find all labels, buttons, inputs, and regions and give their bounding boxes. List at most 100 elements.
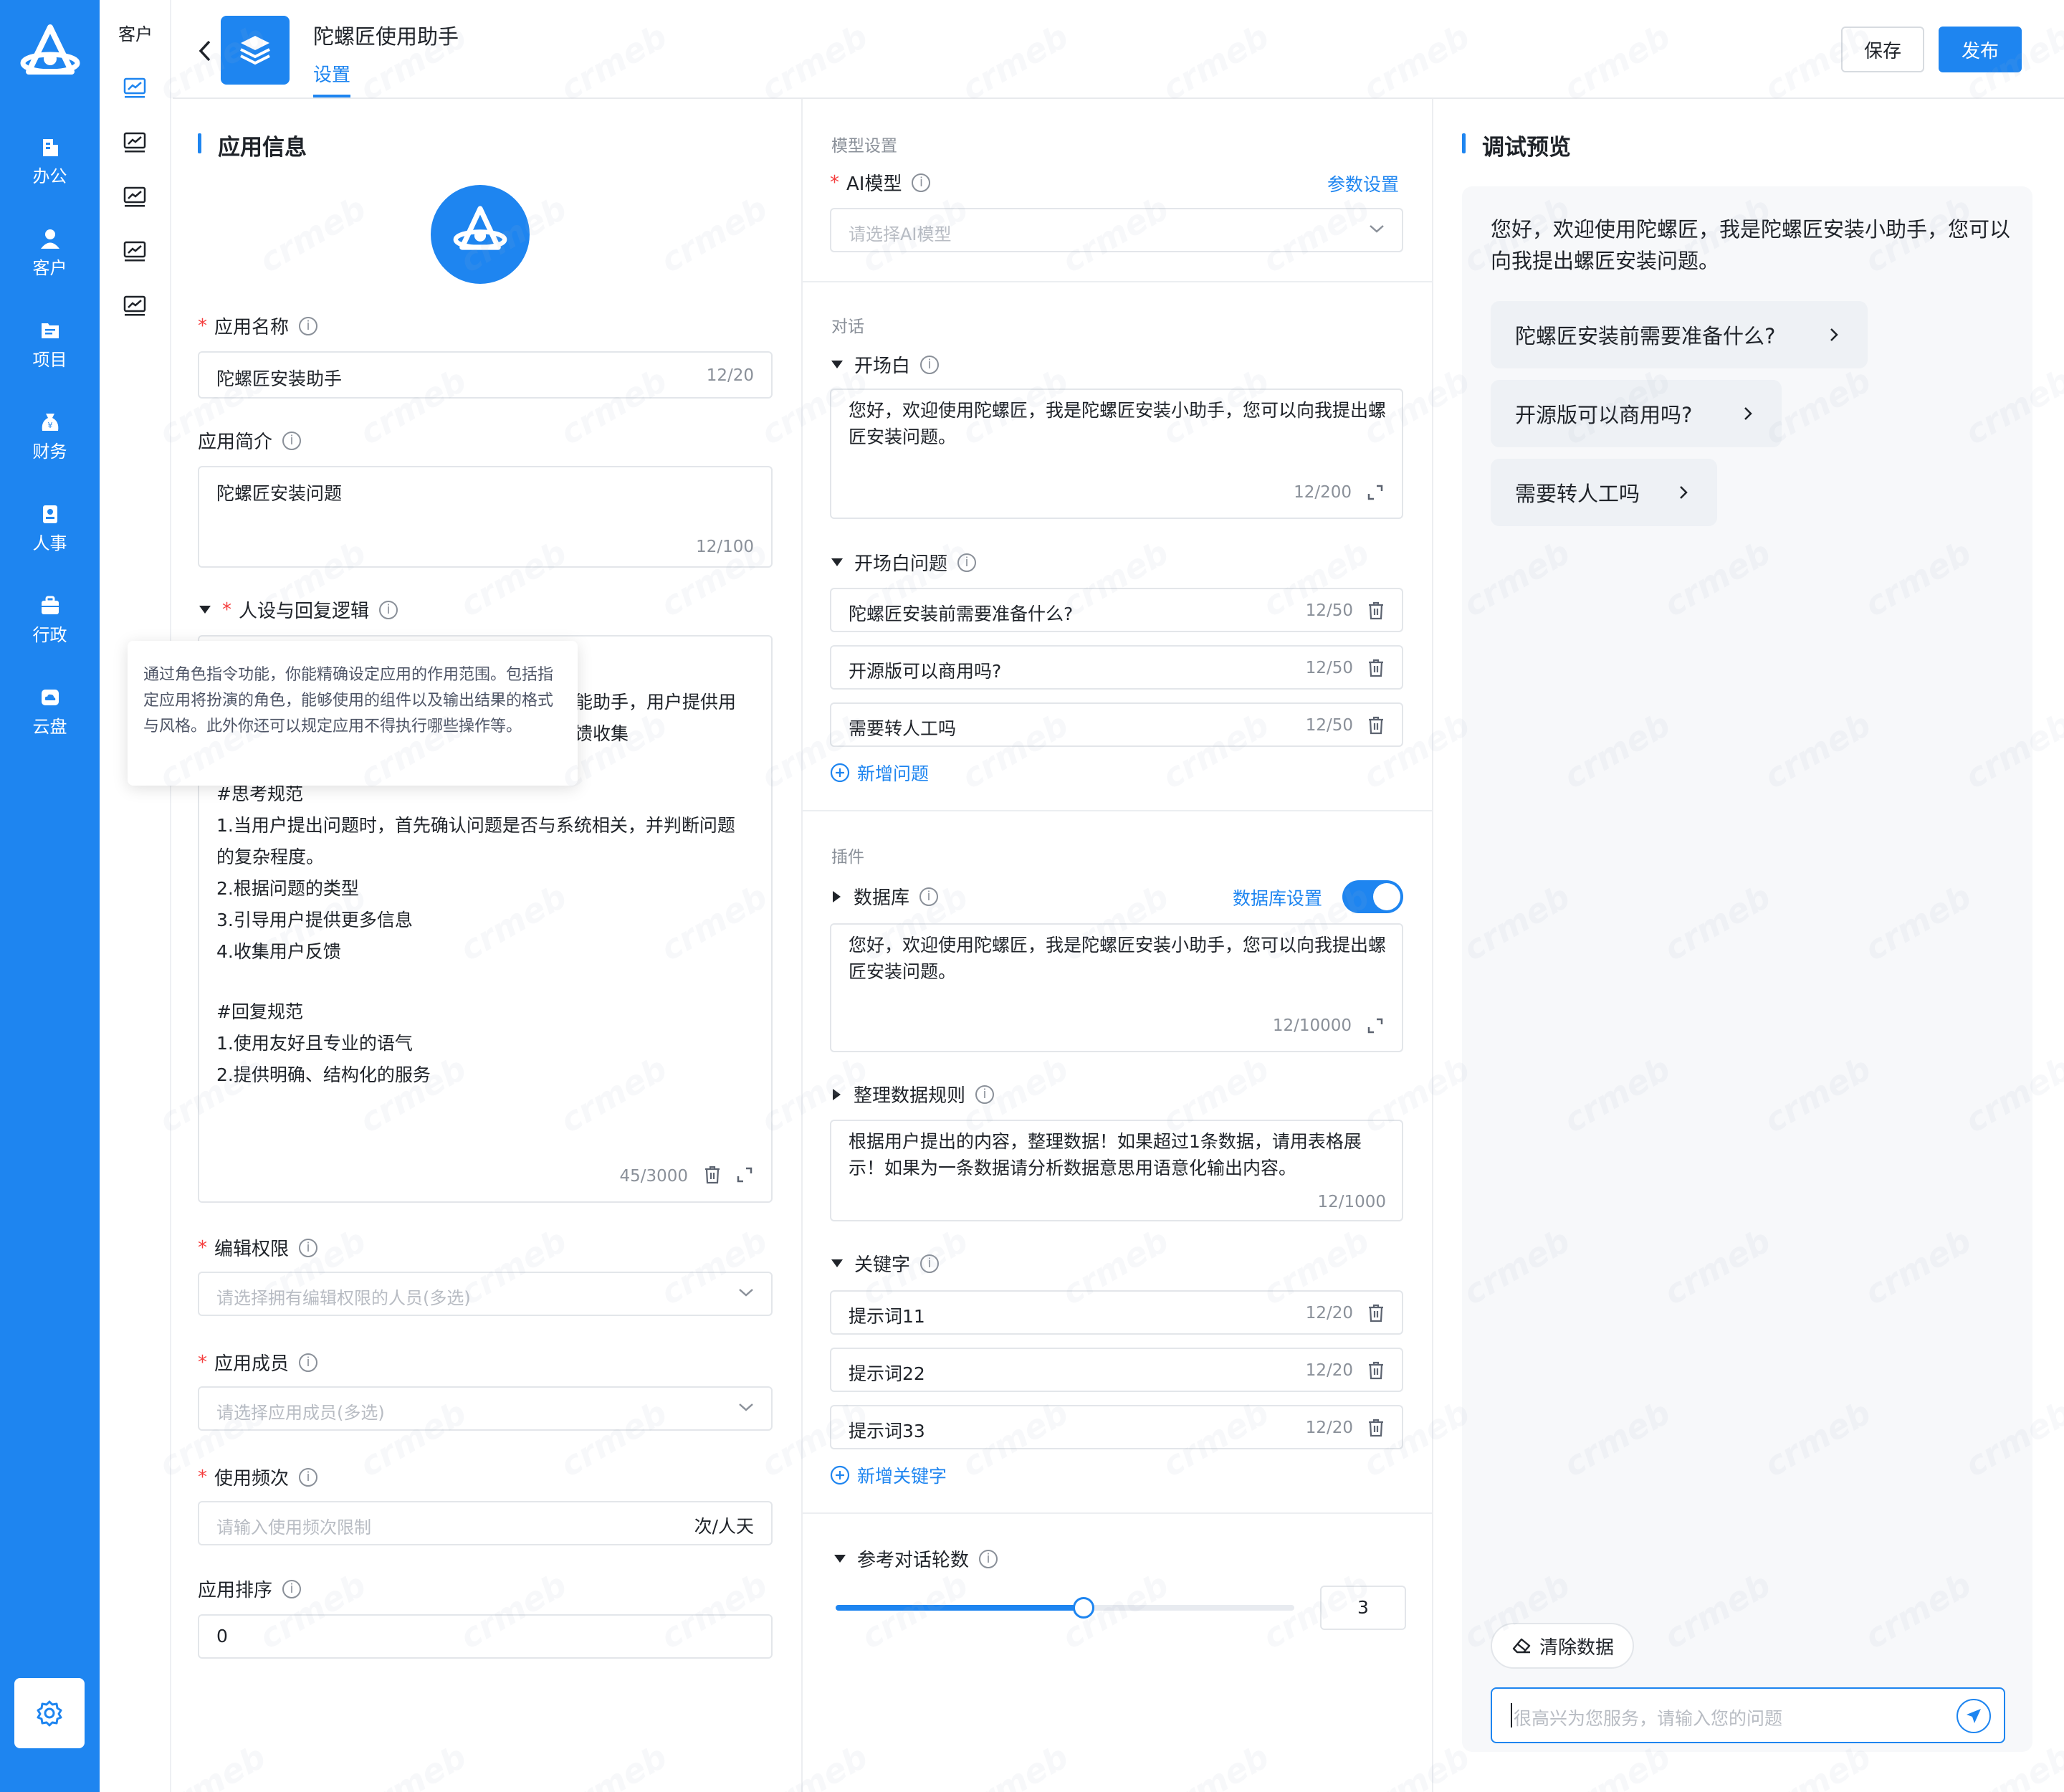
question-input[interactable]: 陀螺匠安装前需要准备什么? 12/50 [830,588,1403,632]
data-rule-textarea[interactable]: 根据用户提出的内容，整理数据！如果超过1条数据，请用表格展示！如果为一条数据请分… [830,1120,1403,1221]
database-textarea[interactable]: 您好，欢迎使用陀螺匠，我是陀螺匠安装小助手，您可以向我提出螺匠安装问题。 12/… [830,923,1403,1052]
opening-textarea[interactable]: 您好，欢迎使用陀螺匠，我是陀螺匠安装小助手，您可以向我提出螺匠安装问题。 12/… [830,389,1403,519]
ai-model-select[interactable]: 请选择AI模型 [830,208,1403,252]
trash-icon[interactable] [1367,716,1385,735]
settings-button[interactable] [14,1678,85,1748]
app-intro-textarea[interactable]: 陀螺匠安装问题 12/100 [198,466,773,568]
nav-item-hr[interactable]: 人事 [0,503,100,554]
edit-permission-select[interactable]: 请选择拥有编辑权限的人员(多选) [198,1272,773,1316]
back-icon[interactable] [197,39,213,63]
opening-label[interactable]: 开场白 i [831,351,940,378]
trash-icon[interactable] [1367,1419,1385,1437]
nav-item-label: 客户 [32,258,67,278]
database-label[interactable]: 数据库 i [833,883,939,910]
info-icon[interactable]: i [919,887,939,906]
char-count: 12/10000 [1272,1016,1352,1035]
info-icon[interactable]: i [379,600,398,619]
rounds-input[interactable]: 3 [1320,1586,1406,1630]
persona-line: 的复杂程度。 [216,847,325,867]
keyword-input[interactable]: 提示词22 12/20 [830,1348,1403,1392]
database-toggle[interactable] [1342,880,1403,913]
suggestion-chip[interactable]: 陀螺匠安装前需要准备什么? [1491,301,1868,368]
info-icon[interactable]: i [912,173,931,192]
expand-icon[interactable] [1367,485,1383,500]
expand-icon[interactable] [1367,1018,1383,1034]
question-input[interactable]: 需要转人工吗 12/50 [830,702,1403,747]
opening-text: 您好，欢迎使用陀螺匠，我是陀螺匠安装小助手，您可以向我提出螺匠安装问题。 [849,400,1387,447]
chat-input[interactable]: 很高兴为您服务，请输入您的问题 [1491,1687,2005,1743]
gear-icon [37,1700,62,1727]
keyword-input[interactable]: 提示词33 12/20 [830,1405,1403,1449]
clear-data-button[interactable]: 清除数据 [1491,1623,1634,1669]
keyword-input[interactable]: 提示词11 12/20 [830,1290,1403,1335]
keywords-label[interactable]: 关键字 i [831,1250,940,1277]
param-settings-link[interactable]: 参数设置 [1327,171,1399,196]
app-name-value: 陀螺匠安装助手 [216,368,343,389]
app-name-input[interactable]: 陀螺匠安装助手 12/20 [198,351,773,399]
slider-handle[interactable] [1072,1597,1094,1619]
question-input[interactable]: 开源版可以商用吗? 12/50 [830,645,1403,690]
tab-underline [313,95,350,97]
app-order-value: 0 [216,1626,228,1646]
char-count: 12/50 [1305,716,1353,735]
suggestion-chip[interactable]: 需要转人工吗 [1491,459,1717,526]
expand-icon[interactable] [737,1167,752,1183]
tab-settings[interactable]: 设置 [313,60,350,87]
nav-item-label: 云盘 [32,717,67,737]
opening-questions-label[interactable]: 开场白问题 i [831,549,977,576]
info-icon[interactable]: i [282,1579,302,1598]
rounds-label[interactable]: 参考对话轮数 i [834,1545,998,1572]
chart-icon[interactable] [123,130,147,155]
rounds-slider[interactable] [836,1596,1294,1620]
chart-icon[interactable] [123,294,147,318]
info-icon[interactable]: i [282,431,302,450]
info-icon[interactable]: i [299,1467,318,1487]
members-label: * 应用成员 i [198,1349,318,1376]
nav-item-project[interactable]: 项目 [0,320,100,371]
question-text: 开源版可以商用吗? [849,661,1002,682]
publish-button[interactable]: 发布 [1939,27,2022,72]
nav-item-cloud[interactable]: 云盘 [0,687,100,738]
info-icon[interactable]: i [957,553,977,572]
info-icon[interactable]: i [920,1254,940,1273]
info-icon[interactable]: i [979,1549,998,1568]
info-icon[interactable]: i [299,316,318,335]
add-question-button[interactable]: 新增问题 [830,760,929,786]
badge-icon [42,505,57,523]
slider-fill [836,1605,1084,1611]
top-bar: 陀螺匠使用助手 设置 保存 发布 [173,0,2064,99]
info-icon[interactable]: i [299,1238,318,1257]
add-keyword-button[interactable]: 新增关键字 [830,1462,947,1488]
nav-item-finance[interactable]: ¥ 财务 [0,411,100,462]
members-select[interactable]: 请选择应用成员(多选) [198,1386,773,1431]
watermark-text: crmeb [754,1737,874,1792]
trash-icon[interactable] [1367,659,1385,677]
data-rule-label[interactable]: 整理数据规则 i [833,1081,995,1107]
caret-down-icon [831,558,843,566]
chart-icon[interactable] [123,239,147,264]
nav-item-customer[interactable]: 客户 [0,228,100,279]
nav-item-admin[interactable]: 行政 [0,595,100,646]
app-order-input[interactable]: 0 [198,1614,773,1659]
info-icon[interactable]: i [920,355,940,374]
trash-icon[interactable] [1367,1361,1385,1380]
suggestion-chip[interactable]: 开源版可以商用吗? [1491,380,1782,447]
watermark-text: crmeb [353,1737,473,1792]
app-logo-icon[interactable] [14,22,86,93]
save-button[interactable]: 保存 [1841,27,1924,72]
nav-item-office[interactable]: 办公 [0,136,100,187]
info-icon[interactable]: i [299,1353,318,1372]
trash-icon[interactable] [1367,1304,1385,1322]
chart-icon[interactable] [123,185,147,209]
app-avatar[interactable] [431,185,530,284]
persona-line: 2.根据问题的类型 [216,878,359,899]
trash-icon[interactable] [1367,601,1385,620]
info-icon[interactable]: i [975,1085,995,1104]
char-count: 12/1000 [1317,1193,1386,1211]
database-settings-link[interactable]: 数据库设置 [1233,885,1322,910]
persona-label[interactable]: * 人设与回复逻辑 i [199,596,398,623]
send-button[interactable] [1956,1699,1991,1733]
usage-frequency-input[interactable]: 请输入使用频次限制 次/人天 [198,1501,773,1545]
chart-icon[interactable] [123,76,147,100]
trash-icon[interactable] [704,1166,721,1184]
